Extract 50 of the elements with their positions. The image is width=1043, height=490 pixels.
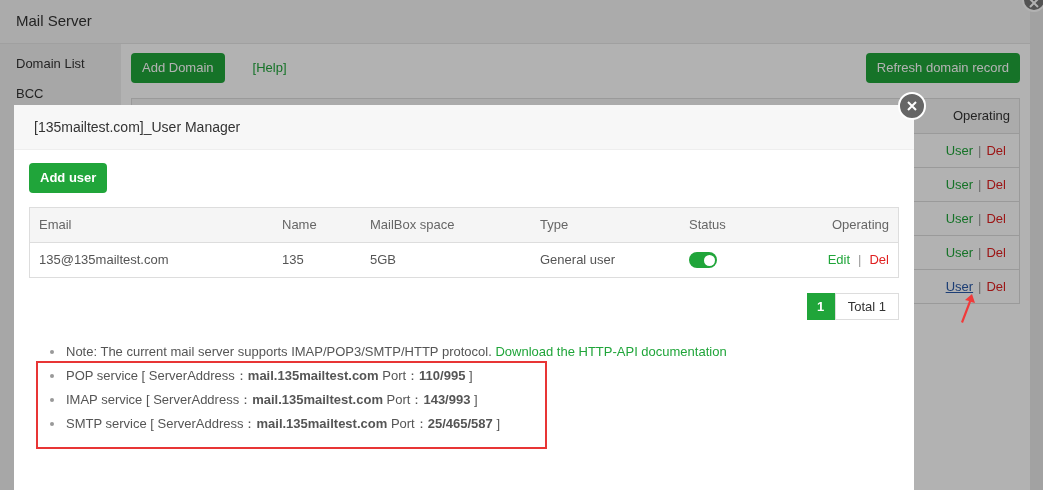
- column-header: Operating: [831, 216, 889, 235]
- user-link[interactable]: User: [945, 208, 974, 229]
- note-text: Note: The current mail server supports IMAP/POP3/SMTP/HTTP protocol. Download the HTTP-API documentation: [66, 342, 727, 361]
- user-link[interactable]: User: [945, 242, 974, 263]
- pointer-arrow-icon: [960, 294, 976, 324]
- add-domain-button[interactable]: Add Domain: [131, 53, 225, 83]
- delete-link[interactable]: Del: [986, 242, 1006, 263]
- user-link[interactable]: User: [945, 140, 974, 161]
- delete-link[interactable]: Del: [986, 276, 1006, 297]
- column-header: Type: [540, 216, 570, 235]
- column-header: MailBox space: [370, 216, 456, 235]
- delete-link[interactable]: Del: [986, 174, 1006, 195]
- column-header: Name: [282, 216, 318, 235]
- user-link[interactable]: User: [945, 174, 974, 195]
- separator: |: [978, 141, 982, 160]
- separator: |: [978, 243, 982, 262]
- bullet-icon: [50, 349, 54, 354]
- service-info: IMAP service [ ServerAddress：mail.135mailtest.com Port：143/993 ]: [66, 390, 478, 409]
- column-header: Operating: [952, 107, 1010, 126]
- user-link[interactable]: User: [945, 276, 974, 297]
- edit-link[interactable]: Edit: [827, 250, 851, 270]
- delete-link[interactable]: Del: [869, 250, 889, 270]
- delete-link[interactable]: Del: [986, 208, 1006, 229]
- separator: |: [978, 175, 982, 194]
- separator: |: [978, 209, 982, 228]
- add-user-button[interactable]: Add user: [29, 163, 108, 193]
- window-title: Mail Server: [16, 11, 92, 32]
- total-count: Total 1: [834, 293, 899, 320]
- table-cell-text: 135: [282, 251, 305, 270]
- refresh-domain-button[interactable]: Refresh domain record: [865, 53, 1020, 83]
- delete-link[interactable]: Del: [986, 140, 1006, 161]
- bullet-icon: [50, 373, 54, 378]
- bullet-icon: [50, 397, 54, 402]
- column-header: Email: [39, 216, 73, 235]
- page-button[interactable]: 1: [806, 293, 835, 320]
- documentation-link[interactable]: Download the HTTP-API documentation: [495, 343, 727, 359]
- bullet-icon: [50, 421, 54, 426]
- separator: |: [978, 277, 982, 296]
- sidebar-item[interactable]: Domain List: [0, 44, 121, 82]
- table-cell-text: 5GB: [370, 251, 397, 270]
- help-link[interactable]: [Help]: [252, 58, 287, 78]
- column-header: Status: [689, 216, 727, 235]
- sidebar-item[interactable]: BCC: [0, 82, 121, 104]
- status-toggle[interactable]: [689, 252, 717, 268]
- table-cell-text: General user: [540, 251, 617, 270]
- service-info: POP service [ ServerAddress：mail.135mailtest.com Port：110/995 ]: [66, 366, 473, 385]
- dialog-title: [135mailtest.com]_User Manager: [34, 117, 241, 137]
- service-info: SMTP service [ ServerAddress：mail.135mailtest.com Port：25/465/587 ]: [66, 414, 501, 433]
- separator: |: [858, 251, 862, 270]
- table-cell-text: 135@135mailtest.com: [39, 251, 170, 270]
